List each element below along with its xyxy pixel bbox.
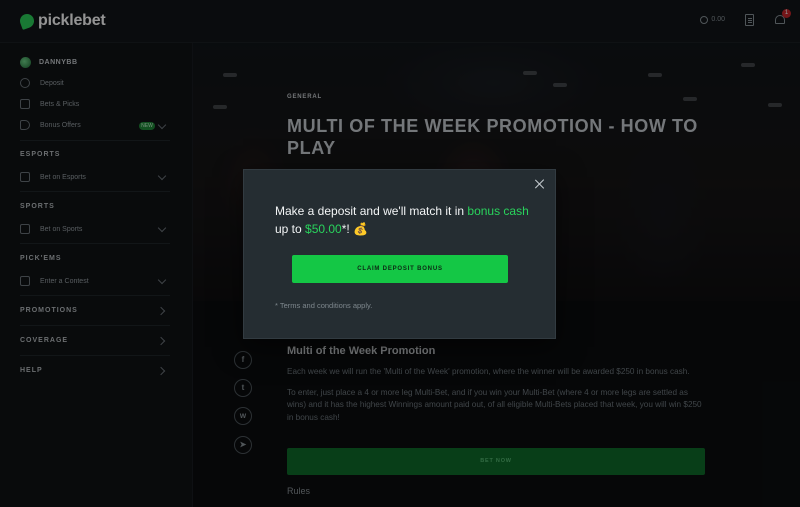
- bonus-cash-highlight: bonus cash: [467, 204, 529, 218]
- claim-deposit-bonus-button[interactable]: CLAIM DEPOSIT BONUS: [292, 255, 508, 283]
- deposit-bonus-modal: Make a deposit and we'll match it in bon…: [243, 169, 556, 339]
- modal-message: Make a deposit and we'll match it in bon…: [275, 202, 535, 238]
- close-icon[interactable]: [534, 178, 546, 190]
- modal-text-part: Make a deposit and we'll match it in: [275, 204, 468, 218]
- money-bag-icon: 💰: [353, 222, 369, 236]
- modal-text-part: *!: [341, 222, 354, 236]
- bonus-amount-highlight: $50.00: [305, 222, 342, 236]
- modal-text-part: up to: [275, 222, 306, 236]
- terms-note: * Terms and conditions apply.: [275, 301, 373, 310]
